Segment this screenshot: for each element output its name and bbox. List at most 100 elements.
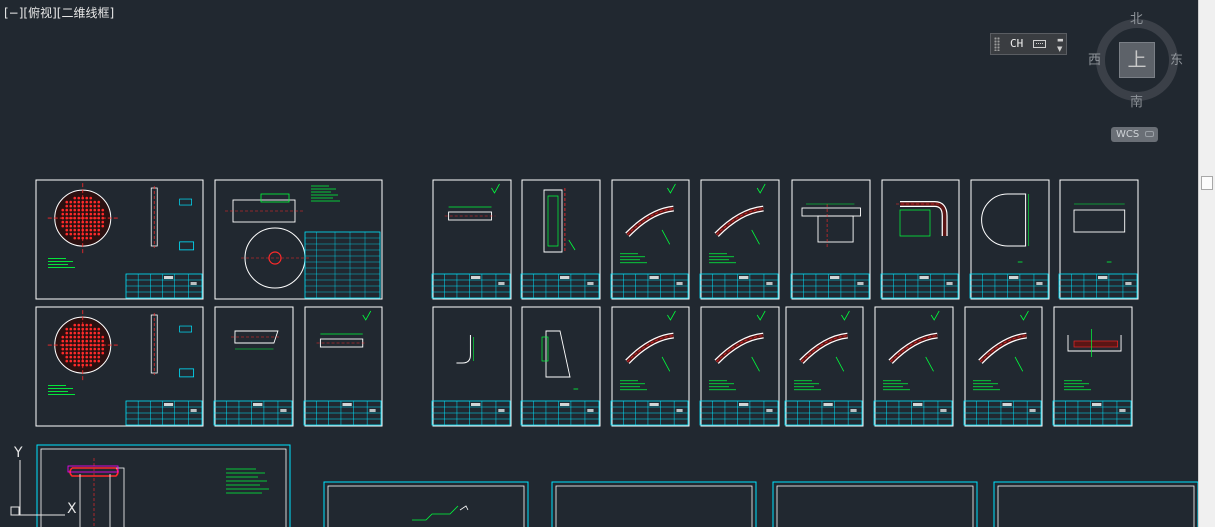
sheet-inner-frame	[776, 485, 974, 527]
drawing-sheet[interactable]	[610, 306, 690, 427]
hole	[73, 351, 77, 355]
drawing-sheet[interactable]	[214, 179, 383, 300]
pipe-outline	[714, 332, 764, 364]
hole	[69, 200, 73, 204]
hole	[85, 208, 89, 212]
chevron-up-icon[interactable]: ▬	[1057, 37, 1064, 44]
pipe-outline	[799, 332, 849, 364]
drawing-sheet[interactable]	[699, 179, 780, 300]
hole	[85, 212, 89, 216]
drawing-sheet[interactable]	[1052, 306, 1133, 427]
hole	[77, 335, 81, 339]
hole	[73, 224, 77, 228]
vertical-scrollbar[interactable]	[1198, 0, 1215, 527]
hole	[77, 212, 81, 216]
hole	[101, 351, 105, 355]
drawing-sheet[interactable]	[213, 306, 294, 427]
drawing-sheet[interactable]	[35, 306, 204, 427]
hole	[73, 359, 77, 363]
view-control[interactable]: [俯视]	[23, 6, 56, 20]
hole	[77, 220, 81, 224]
drawing-sheet[interactable]	[969, 179, 1050, 300]
drawing-sheet[interactable]	[873, 306, 954, 427]
drawing-sheet[interactable]	[784, 306, 864, 427]
sheet-inner-frame	[327, 485, 525, 527]
hole	[97, 204, 101, 208]
hole	[85, 347, 89, 351]
hole	[73, 232, 77, 236]
ime-language-bar[interactable]: CH ▬ ▼	[990, 33, 1067, 55]
viewcube-top-face[interactable]: 上	[1119, 42, 1155, 78]
channel-body	[543, 189, 563, 253]
drawing-sheet[interactable]	[963, 306, 1043, 427]
hole	[81, 204, 85, 208]
wcs-menu-button[interactable]: WCS	[1111, 127, 1158, 142]
sheet-outer-frame	[993, 481, 1198, 527]
viewport-menu-control[interactable]: [−]	[4, 6, 23, 20]
sheet-outer-frame	[772, 481, 978, 527]
grip-icon[interactable]	[994, 37, 1000, 51]
hole	[73, 335, 77, 339]
leader-line	[751, 356, 760, 372]
chevron-down-icon	[1145, 131, 1154, 137]
hole	[77, 347, 81, 351]
scrollbar-thumb[interactable]	[1201, 176, 1213, 190]
hole	[73, 212, 77, 216]
drawing-sheet[interactable]	[431, 179, 512, 300]
drawing-sheet[interactable]	[303, 306, 383, 427]
hole	[77, 196, 81, 200]
hole	[61, 335, 65, 339]
hole	[97, 208, 101, 212]
hole	[93, 347, 97, 351]
compass-east[interactable]: 东	[1170, 54, 1183, 68]
hole	[61, 339, 65, 343]
keyboard-icon[interactable]	[1033, 40, 1046, 48]
drawing-sheet[interactable]	[520, 306, 601, 427]
drawing-sheet[interactable]	[880, 179, 960, 300]
hole	[73, 339, 77, 343]
hole	[85, 355, 89, 359]
hole	[101, 335, 105, 339]
drawing-sheet[interactable]	[1058, 179, 1139, 300]
drawing-sheet[interactable]	[35, 179, 204, 300]
hole	[65, 212, 69, 216]
hole	[89, 335, 93, 339]
hole	[73, 363, 77, 367]
hole	[65, 224, 69, 228]
detail-leader	[412, 505, 459, 521]
drawing-sheet[interactable]	[431, 306, 512, 427]
hole	[97, 224, 101, 228]
hole	[69, 359, 73, 363]
compass-west[interactable]: 西	[1088, 54, 1101, 68]
compass-south[interactable]: 南	[1130, 96, 1143, 110]
model-space-canvas[interactable]: YX	[0, 0, 1198, 527]
ucs-origin-box	[10, 506, 20, 516]
hole	[97, 327, 101, 331]
hole	[89, 236, 93, 240]
hole	[101, 220, 105, 224]
roughness-symbol	[362, 310, 372, 321]
hole	[65, 232, 69, 236]
compass-north[interactable]: 北	[1130, 13, 1143, 27]
visual-style-control[interactable]: [二维线框]	[57, 6, 114, 20]
hole	[69, 351, 73, 355]
drawing-sheet[interactable]	[790, 179, 871, 300]
drawing-viewport[interactable]: YX [−][俯视][二维线框] CH ▬ ▼ 上 北 南 东 西 WCS	[0, 0, 1198, 527]
hole	[93, 228, 97, 232]
leader-line	[1014, 356, 1024, 372]
hole	[65, 339, 69, 343]
roughness-symbol	[1020, 310, 1029, 321]
hole	[69, 347, 73, 351]
drawing-sheet[interactable]	[610, 179, 690, 300]
chevron-down-icon[interactable]: ▼	[1057, 46, 1062, 53]
drawing-sheet[interactable]	[520, 179, 601, 300]
drawing-sheet[interactable]	[699, 306, 780, 427]
hole	[77, 363, 81, 367]
pipe-outline	[625, 332, 675, 364]
roughness-symbol	[667, 183, 676, 194]
hole	[65, 228, 69, 232]
hole	[65, 335, 69, 339]
hole	[73, 347, 77, 351]
sheet-inner-frame	[997, 485, 1195, 527]
sheet-inner-frame	[555, 485, 753, 527]
